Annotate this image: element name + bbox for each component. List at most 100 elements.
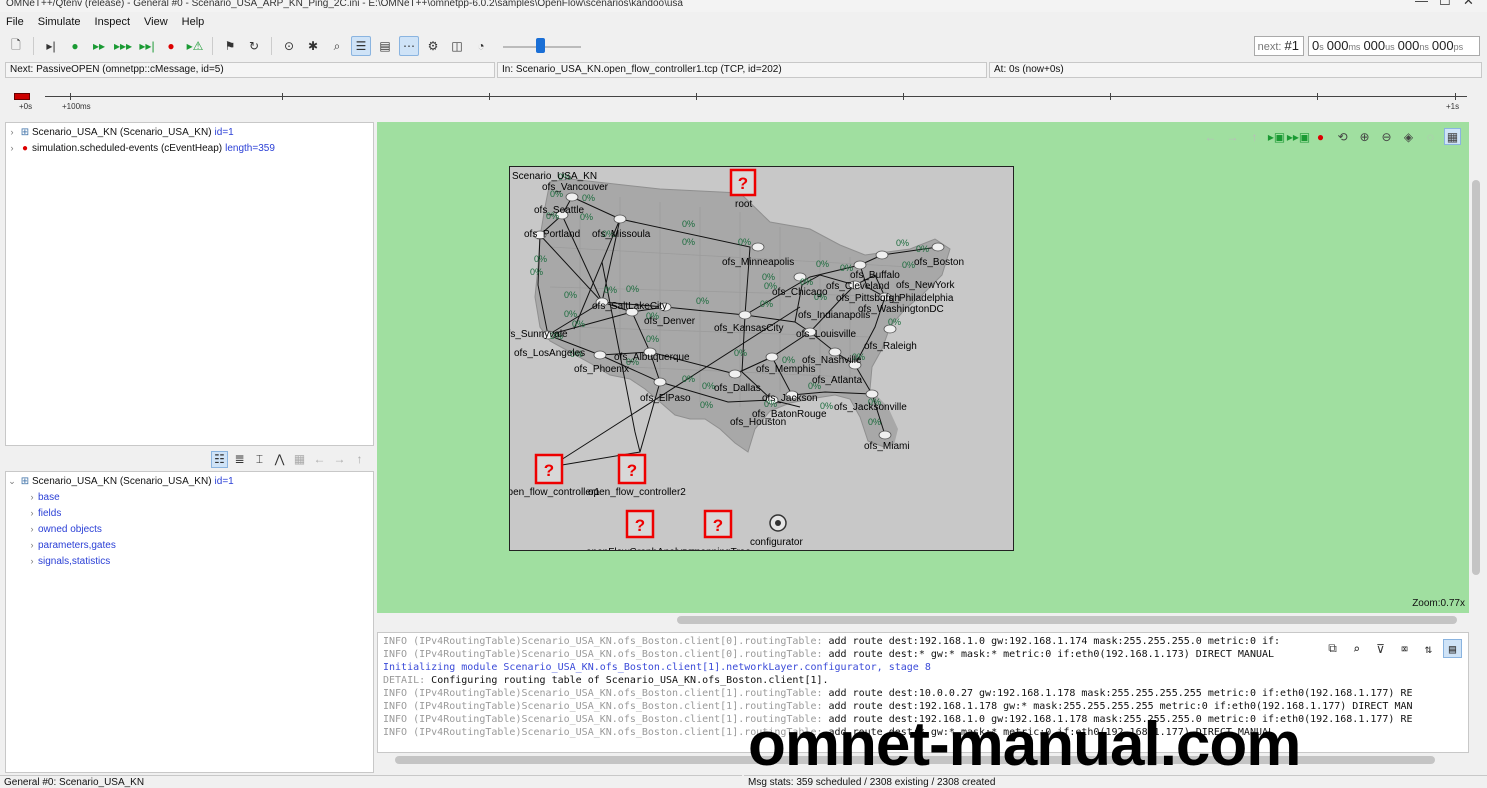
inspector-root-row[interactable]: ⌄ ⊞ Scenario_USA_KN (Scenario_USA_KN) id… bbox=[6, 473, 373, 489]
log-prefix: INFO (IPv4RoutingTable)Scenario_USA_KN.o… bbox=[383, 636, 823, 647]
graph-analyzer-module[interactable]: ? openFlowGraphAnalyzer bbox=[586, 509, 697, 551]
up-arrow-icon[interactable]: ↑ bbox=[1246, 128, 1263, 145]
spanning-tree-module[interactable]: ? spanningTree bbox=[690, 509, 751, 551]
express-run-icon[interactable]: ▸▸▸ bbox=[113, 36, 133, 56]
menu-simulate[interactable]: Simulate bbox=[38, 16, 81, 28]
module-label: spanningTree bbox=[690, 547, 751, 551]
settings-gear-icon[interactable]: ⚙ bbox=[423, 36, 443, 56]
tree-row-network[interactable]: › ⊞ Scenario_USA_KN (Scenario_USA_KN) id… bbox=[6, 124, 373, 140]
find-objects-icon[interactable]: ⌕ bbox=[327, 36, 347, 56]
children-mode-icon[interactable]: ☷ bbox=[211, 450, 228, 468]
clear-log-icon[interactable]: ⌧ bbox=[1395, 639, 1414, 658]
log-mode-icon[interactable]: ▤ bbox=[1443, 639, 1462, 658]
expand-arrow-icon[interactable]: › bbox=[26, 508, 38, 518]
fast-run-icon[interactable]: ▸▸ bbox=[89, 36, 109, 56]
log-vertical-scrollbar[interactable] bbox=[1469, 632, 1483, 753]
messages-mode-icon[interactable]: ⇅ bbox=[1419, 639, 1438, 658]
run-local-icon[interactable]: ▸▣ bbox=[1268, 128, 1285, 145]
inspector-item-signals-statistics[interactable]: › signals,statistics bbox=[6, 553, 373, 569]
step-icon[interactable]: ▸| bbox=[41, 36, 61, 56]
find-icon[interactable]: ⌕ bbox=[1347, 639, 1366, 658]
maximize-button[interactable]: ☐ bbox=[1439, 0, 1451, 7]
layers-icon[interactable]: ◈ bbox=[1400, 128, 1417, 145]
animation-speed-slider[interactable] bbox=[503, 36, 581, 56]
debug-icon[interactable]: ✱ bbox=[303, 36, 323, 56]
debug-next-event-icon[interactable]: ▸⚠ bbox=[185, 36, 205, 56]
switch-node-icon bbox=[931, 242, 945, 252]
time-ps: 000 bbox=[1431, 38, 1454, 53]
configurator-module[interactable]: configurator bbox=[750, 514, 803, 548]
menu-file[interactable]: File bbox=[6, 16, 24, 28]
log-text: add route dest:192.168.1.0 gw:192.168.1.… bbox=[822, 636, 1281, 647]
filter-icon[interactable]: ⊽ bbox=[1371, 639, 1390, 658]
timeline-event-marker[interactable] bbox=[14, 93, 30, 100]
unknown-module-glyph: ? bbox=[544, 461, 554, 480]
finish-simulation-icon[interactable]: ⚑ bbox=[220, 36, 240, 56]
canvas-horizontal-scrollbar[interactable] bbox=[377, 613, 1483, 627]
time-us-unit: us bbox=[1385, 42, 1395, 52]
window-titlebar: OMNeT++/Qtenv (release) - General #0 - S… bbox=[0, 0, 1487, 12]
stop-local-icon[interactable]: ● bbox=[1312, 128, 1329, 145]
back-arrow-icon[interactable]: ← bbox=[1202, 128, 1219, 145]
event-timeline[interactable]: +0s +100ms +1s bbox=[0, 80, 1487, 120]
expand-arrow-icon[interactable]: › bbox=[26, 556, 38, 566]
network-canvas[interactable]: 0% 0% 0% 0% 0% 0% 0% 0% 0% 0% 0% 0% 0% 0… bbox=[377, 122, 1469, 613]
root-module[interactable]: ? root bbox=[729, 168, 757, 210]
close-window-button[interactable]: ✕ bbox=[1463, 0, 1474, 7]
up-arrow-icon[interactable]: ↑ bbox=[351, 451, 368, 468]
copy-icon[interactable]: ⧉ bbox=[1323, 639, 1342, 658]
time-ms: 000 bbox=[1326, 38, 1349, 53]
time-ns-unit: ns bbox=[1419, 42, 1429, 52]
layout-icon[interactable]: ▦ bbox=[291, 451, 308, 468]
timeline-toggle-icon[interactable]: ☰ bbox=[351, 36, 371, 56]
canvas-vertical-scrollbar[interactable] bbox=[1469, 122, 1483, 613]
menu-inspect[interactable]: Inspect bbox=[95, 16, 130, 28]
expand-arrow-icon[interactable]: › bbox=[6, 143, 18, 153]
event-heap-icon: ● bbox=[21, 142, 29, 154]
expand-arrow-icon[interactable]: › bbox=[26, 540, 38, 550]
slider-thumb[interactable] bbox=[536, 38, 545, 53]
run-until-icon[interactable]: ▸▸| bbox=[137, 36, 157, 56]
animation-settings-icon[interactable]: ◌ bbox=[1422, 128, 1439, 145]
run-icon[interactable]: ● bbox=[65, 36, 85, 56]
forward-arrow-icon[interactable]: → bbox=[331, 451, 348, 468]
scrollbar-thumb[interactable] bbox=[1472, 180, 1480, 575]
node-label: ofs_LosAngeles bbox=[514, 348, 585, 359]
network-title: Scenario_USA_KN bbox=[512, 171, 597, 182]
record-eventlog-icon[interactable]: ⊙ bbox=[279, 36, 299, 56]
zoom-in-icon[interactable]: ⊕ bbox=[1356, 128, 1373, 145]
video-record-icon[interactable]: ◫ bbox=[447, 36, 467, 56]
menu-view[interactable]: View bbox=[144, 16, 168, 28]
fast-local-icon[interactable]: ▸▸▣ bbox=[1287, 128, 1310, 145]
inspector-item-owned-objects[interactable]: › owned objects bbox=[6, 521, 373, 537]
unknown-module-glyph: ? bbox=[635, 516, 645, 535]
inspector-item-base[interactable]: › base bbox=[6, 489, 373, 505]
tree-row-scheduled-events[interactable]: › ● simulation.scheduled-events (cEventH… bbox=[6, 140, 373, 156]
scrollbar-thumb[interactable] bbox=[677, 616, 1457, 624]
minimize-button[interactable]: — bbox=[1415, 0, 1428, 7]
expand-arrow-icon[interactable]: › bbox=[6, 127, 18, 137]
stop-icon[interactable]: ● bbox=[161, 36, 181, 56]
menu-help[interactable]: Help bbox=[182, 16, 205, 28]
controller2-module[interactable]: ? open_flow_controller2 bbox=[588, 453, 686, 498]
flat-mode-icon[interactable]: ≣ bbox=[231, 451, 248, 468]
module-layout-icon[interactable]: ▦ bbox=[1444, 128, 1461, 145]
details-toggle-icon[interactable]: ▤ bbox=[375, 36, 395, 56]
status-bar-msg-stats: Msg stats: 359 scheduled / 2308 existing… bbox=[744, 775, 1487, 788]
animation-toggle-icon[interactable]: ⋯ bbox=[399, 36, 419, 56]
new-network-icon[interactable]: 🗋 bbox=[6, 36, 26, 56]
inspector-item-fields[interactable]: › fields bbox=[6, 505, 373, 521]
relayout-icon[interactable]: ⟲ bbox=[1334, 128, 1351, 145]
controller1-module[interactable]: ? open_flow_controller1 bbox=[510, 453, 600, 498]
forward-arrow-icon[interactable]: → bbox=[1224, 128, 1241, 145]
inspector-item-parameters-gates[interactable]: › parameters,gates bbox=[6, 537, 373, 553]
inheritance-mode-icon[interactable]: ⌶ bbox=[251, 451, 268, 468]
back-arrow-icon[interactable]: ← bbox=[311, 451, 328, 468]
rebuild-network-icon[interactable]: ↻ bbox=[244, 36, 264, 56]
speed-gauge-icon[interactable]: ◔ bbox=[471, 36, 491, 56]
zoom-out-icon[interactable]: ⊖ bbox=[1378, 128, 1395, 145]
collapse-arrow-icon[interactable]: ⌄ bbox=[6, 476, 18, 487]
expand-arrow-icon[interactable]: › bbox=[26, 524, 38, 534]
expand-arrow-icon[interactable]: › bbox=[26, 492, 38, 502]
grouped-mode-icon[interactable]: ⋀ bbox=[271, 451, 288, 468]
